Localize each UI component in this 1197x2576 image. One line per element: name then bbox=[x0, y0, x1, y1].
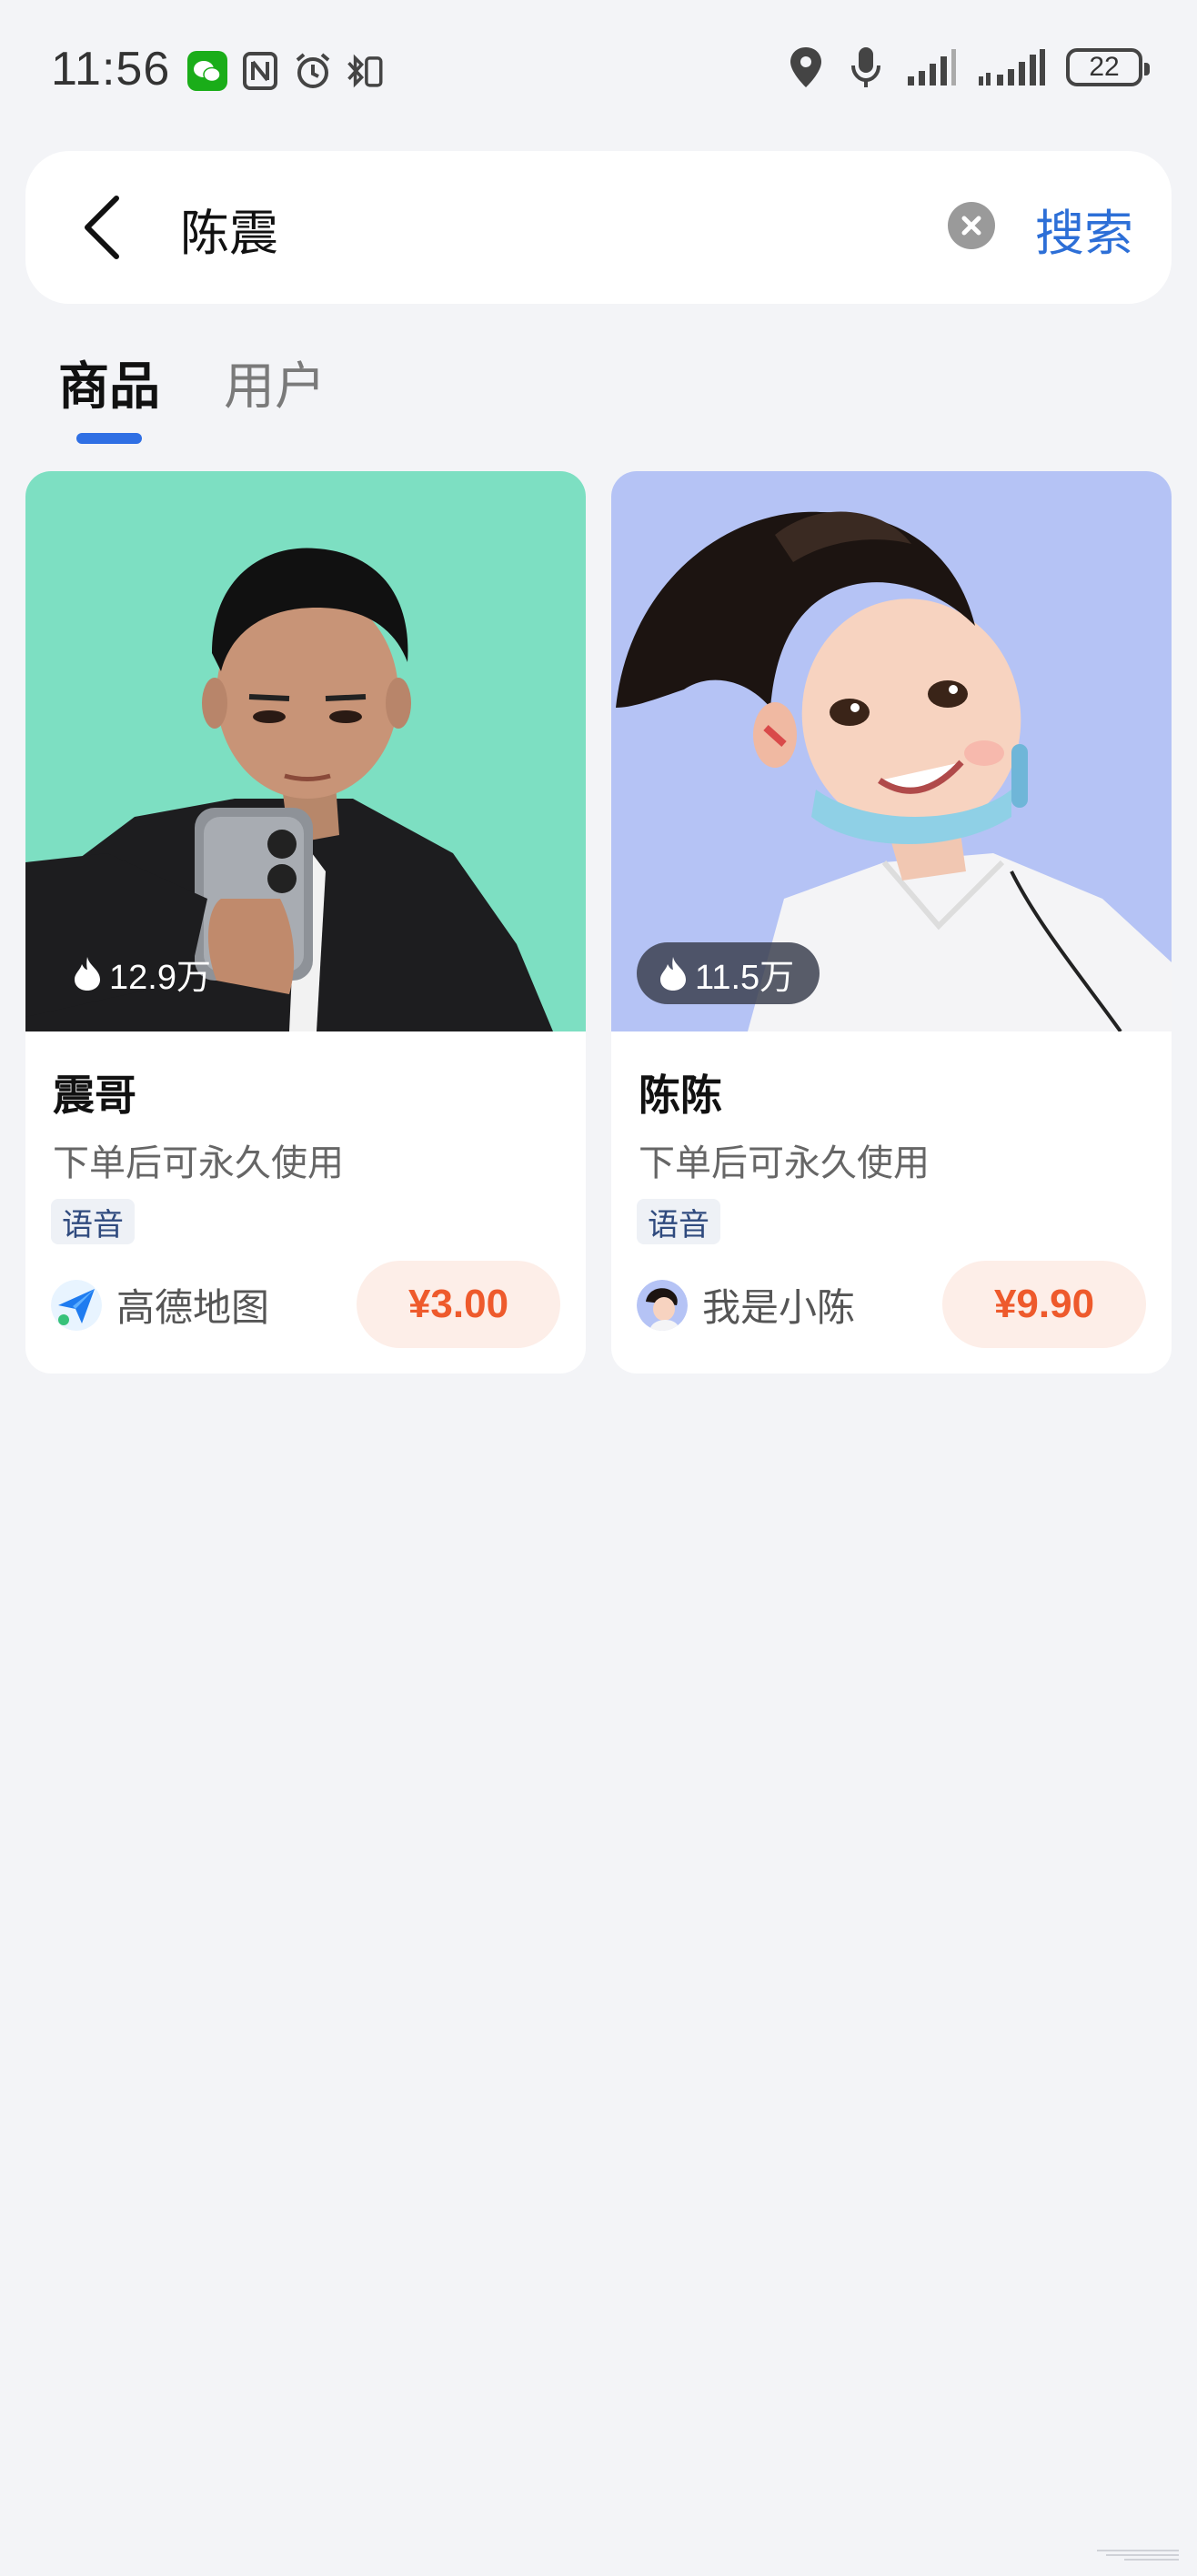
heat-badge: 11.5万 bbox=[637, 942, 820, 1004]
seller-name: 我是小陈 bbox=[702, 1285, 856, 1330]
search-button[interactable]: 搜索 bbox=[1035, 193, 1133, 265]
product-image: 11.5万 bbox=[611, 471, 1172, 1031]
mic-icon bbox=[846, 47, 886, 87]
tab-bar: 商品 用户 bbox=[58, 346, 326, 444]
fire-icon bbox=[75, 957, 100, 991]
price-button[interactable]: ¥3.00 bbox=[357, 1261, 560, 1348]
back-arrow-icon bbox=[85, 196, 119, 259]
signal-icon-2 bbox=[977, 47, 1046, 87]
product-card[interactable]: 12.9万 震哥 下单后可永久使用 语音 高德地图 ¥3.00 bbox=[25, 471, 586, 1374]
heat-badge: 12.9万 bbox=[51, 942, 236, 1004]
home-indicator bbox=[1088, 2545, 1188, 2563]
product-tag: 语音 bbox=[51, 1199, 135, 1244]
tab-label: 用户 bbox=[224, 357, 326, 417]
status-time: 11:56 bbox=[51, 43, 171, 96]
product-name: 陈陈 bbox=[639, 1071, 722, 1120]
wechat-icon bbox=[187, 51, 227, 91]
product-name: 震哥 bbox=[53, 1071, 136, 1120]
active-tab-indicator bbox=[76, 433, 142, 444]
product-image: 12.9万 bbox=[25, 471, 586, 1031]
product-card[interactable]: 11.5万 陈陈 下单后可永久使用 语音 我是小陈 ¥9.90 bbox=[611, 471, 1172, 1374]
location-icon bbox=[786, 47, 826, 87]
alarm-icon bbox=[293, 51, 333, 91]
close-icon bbox=[961, 216, 981, 236]
product-description: 下单后可永久使用 bbox=[53, 1142, 344, 1184]
fire-icon bbox=[660, 957, 686, 991]
seller-name: 高德地图 bbox=[116, 1285, 270, 1330]
seller-avatar bbox=[51, 1279, 102, 1331]
status-bar: 11:56 22 bbox=[0, 0, 1197, 136]
seller-avatar bbox=[637, 1279, 688, 1331]
tab-users[interactable]: 用户 bbox=[224, 346, 326, 419]
seller-info[interactable]: 高德地图 bbox=[51, 1277, 269, 1333]
price-button[interactable]: ¥9.90 bbox=[942, 1261, 1146, 1348]
search-bar: 搜索 bbox=[25, 151, 1172, 304]
amap-logo-icon bbox=[51, 1279, 102, 1331]
search-input[interactable] bbox=[180, 187, 926, 269]
tab-label: 商品 bbox=[58, 357, 160, 417]
product-description: 下单后可永久使用 bbox=[639, 1142, 930, 1184]
status-right-icons: 22 bbox=[786, 47, 1150, 87]
signal-icon bbox=[906, 47, 957, 87]
seller-info[interactable]: 我是小陈 bbox=[637, 1277, 855, 1333]
product-grid: 12.9万 震哥 下单后可永久使用 语音 高德地图 ¥3.00 11.5万 陈陈… bbox=[25, 471, 1172, 1374]
clear-search-button[interactable] bbox=[948, 202, 995, 249]
back-button[interactable] bbox=[69, 189, 142, 266]
battery-indicator: 22 bbox=[1066, 48, 1150, 86]
nfc-icon bbox=[240, 51, 280, 91]
status-left-icons bbox=[187, 51, 386, 91]
tab-products[interactable]: 商品 bbox=[58, 346, 160, 444]
bluetooth-vibrate-icon bbox=[346, 51, 386, 91]
heat-count: 12.9万 bbox=[109, 958, 211, 997]
user-avatar-icon bbox=[637, 1279, 688, 1331]
product-tag: 语音 bbox=[637, 1199, 720, 1244]
heat-count: 11.5万 bbox=[695, 958, 795, 997]
